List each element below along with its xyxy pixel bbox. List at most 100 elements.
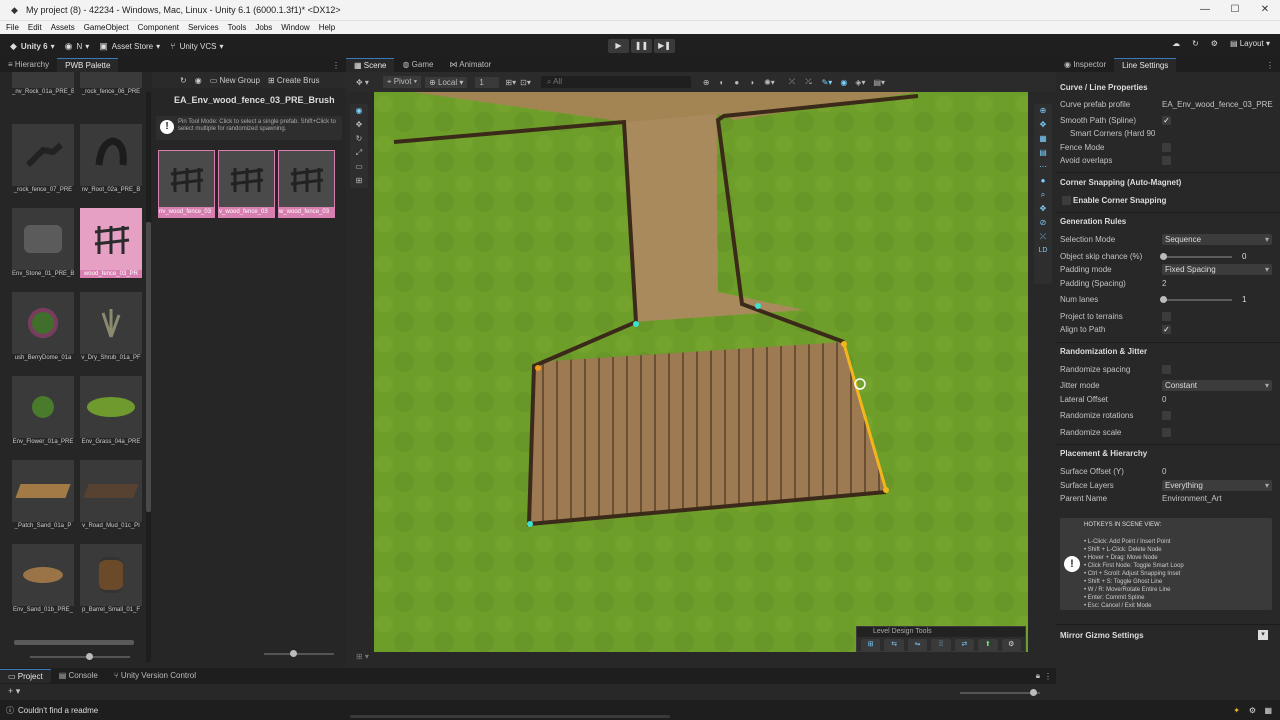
- new-group-button[interactable]: ▭ New Group: [210, 76, 260, 85]
- section-mirror[interactable]: Mirror Gizmo Settings: [1060, 631, 1274, 640]
- padding-spacing-field[interactable]: 2: [1162, 279, 1274, 288]
- mirror-expand-icon[interactable]: ▾: [1258, 630, 1268, 640]
- unity-vcs-button[interactable]: ⑂ Unity VCS ▾: [170, 41, 223, 51]
- fence-mode-checkbox[interactable]: [1162, 143, 1171, 152]
- enable-corner-checkbox[interactable]: [1062, 196, 1071, 205]
- add-icon[interactable]: + ▾: [8, 686, 20, 697]
- menu-jobs[interactable]: Jobs: [255, 23, 272, 32]
- spline-node[interactable]: [755, 303, 761, 309]
- palette-item[interactable]: _rock_fence_06_PRE: [80, 72, 142, 96]
- close-button[interactable]: ✕: [1250, 0, 1280, 20]
- tab-console[interactable]: ▤ Console: [51, 669, 106, 683]
- tab-unity-version-control[interactable]: ⑂ Unity Version Control: [106, 669, 204, 683]
- tab-project[interactable]: ▭ Project: [0, 669, 51, 683]
- ldt-settings-icon[interactable]: ⚙: [1001, 639, 1021, 651]
- scene-viewport[interactable]: [374, 92, 1028, 652]
- zoom-icon[interactable]: ⌕: [1034, 188, 1052, 202]
- palette-item[interactable]: p_Barrel_Small_01_F: [80, 544, 142, 614]
- menu-edit[interactable]: Edit: [28, 23, 42, 32]
- section-generation[interactable]: Generation Rules: [1060, 217, 1274, 226]
- ldt-move-icon[interactable]: ⇆: [884, 639, 904, 651]
- avoid-overlaps-checkbox[interactable]: [1162, 156, 1171, 165]
- play-button[interactable]: ▶: [608, 39, 629, 53]
- more-icon[interactable]: ⋮: [1044, 672, 1052, 681]
- layers-icon[interactable]: ▤▾: [873, 78, 885, 87]
- scene-bottom-tool[interactable]: ⊞ ▾: [356, 652, 369, 661]
- line-tool-icon[interactable]: ⋯: [1034, 160, 1052, 174]
- camera-icon[interactable]: ◈▾: [855, 78, 865, 87]
- palette-item[interactable]: _rock_fence_07_PRE: [12, 124, 74, 194]
- padding-mode-dropdown[interactable]: Fixed Spacing: [1162, 264, 1272, 275]
- notification-icon[interactable]: ✦: [1233, 706, 1240, 715]
- maximize-button[interactable]: ☐: [1220, 0, 1250, 20]
- step-button[interactable]: ▶❚: [654, 39, 675, 53]
- spline-node[interactable]: [527, 521, 533, 527]
- rotate-tool-icon[interactable]: ↻: [350, 132, 368, 146]
- lateral-offset-field[interactable]: 0: [1162, 395, 1274, 404]
- audio-icon[interactable]: ⤫: [789, 77, 795, 87]
- surface-layers-dropdown[interactable]: Everything: [1162, 480, 1272, 491]
- ldt-replace-icon[interactable]: ⇄: [954, 639, 975, 651]
- palette-hscrollbar[interactable]: [14, 640, 134, 645]
- effects-icon[interactable]: ✺▾: [764, 78, 775, 87]
- pin-tool-icon[interactable]: ✥: [1034, 118, 1052, 132]
- layout-dropdown[interactable]: ▤ Layout ▾: [1230, 39, 1270, 48]
- tab-line-settings[interactable]: Line Settings: [1114, 58, 1177, 72]
- ldt-spawn-icon[interactable]: ⬆: [978, 639, 998, 651]
- palette-scrollbar[interactable]: [146, 92, 151, 662]
- menu-services[interactable]: Services: [188, 23, 219, 32]
- visibility-icon[interactable]: ◉: [840, 78, 847, 87]
- eraser-icon[interactable]: ⤫: [1034, 230, 1052, 244]
- transform-tool-dropdown[interactable]: ✥ ▾: [356, 78, 369, 87]
- palette-item-selected[interactable]: wood_fence_03_PR: [80, 208, 142, 278]
- cloud-icon[interactable]: ☁: [1172, 39, 1180, 48]
- grid-size-input[interactable]: 1: [475, 76, 500, 88]
- align-path-checkbox[interactable]: ✓: [1162, 325, 1171, 334]
- local-toggle[interactable]: ⊕ Local ▾: [425, 76, 468, 88]
- brush-item[interactable]: v_wood_fence_03: [218, 150, 275, 218]
- randomize-spacing-checkbox[interactable]: [1162, 365, 1171, 374]
- skip-chance-slider[interactable]: 0: [1160, 252, 1246, 261]
- tab-hierarchy[interactable]: ≡ Hierarchy: [0, 58, 57, 72]
- activity-icon[interactable]: ▦: [1264, 706, 1272, 715]
- pause-button[interactable]: ❚❚: [631, 39, 652, 53]
- more-icon[interactable]: ⋮: [332, 61, 340, 70]
- view-tool-icon[interactable]: ◉: [350, 104, 368, 118]
- spline-node[interactable]: [535, 365, 541, 371]
- menu-help[interactable]: Help: [319, 23, 335, 32]
- jitter-mode-dropdown[interactable]: Constant: [1162, 380, 1272, 391]
- account-button[interactable]: ◉ N ▾: [65, 41, 90, 52]
- shape-tool-icon[interactable]: ●: [1034, 174, 1052, 188]
- brush-tool-icon[interactable]: ▦: [1034, 132, 1052, 146]
- asset-store-button[interactable]: ▣ Asset Store ▾: [99, 41, 160, 52]
- spline-node[interactable]: [841, 341, 847, 347]
- lock-icon[interactable]: 🔒︎: [1036, 671, 1040, 681]
- pivot-toggle[interactable]: ⌖ Pivot ▾: [382, 76, 422, 88]
- palette-item[interactable]: Env_Stone_01_PRE_B: [12, 208, 74, 278]
- parent-name-field[interactable]: Environment_Art: [1162, 494, 1274, 503]
- unity-account-button[interactable]: ◆ Unity 6 ▾: [10, 41, 55, 52]
- menu-gameobject[interactable]: GameObject: [84, 23, 129, 32]
- randomize-scale-checkbox[interactable]: [1162, 428, 1171, 437]
- snap-icon[interactable]: ⊡▾: [520, 78, 531, 87]
- ldt-snap-icon[interactable]: ⇋: [907, 639, 928, 651]
- randomize-rotations-checkbox[interactable]: [1162, 411, 1171, 420]
- options-icon[interactable]: ◉: [195, 76, 202, 85]
- palette-item[interactable]: Env_Grass_04a_PRE: [80, 376, 142, 446]
- minimize-button[interactable]: —: [1190, 0, 1220, 20]
- palette-item[interactable]: _Patch_Sand_01a_P: [12, 460, 74, 530]
- menu-component[interactable]: Component: [138, 23, 179, 32]
- project-zoom-slider[interactable]: [960, 689, 1040, 696]
- num-lanes-slider[interactable]: 1: [1160, 295, 1246, 304]
- menu-assets[interactable]: Assets: [51, 23, 75, 32]
- menu-window[interactable]: Window: [281, 23, 309, 32]
- scene-search-input[interactable]: ⌕ All: [540, 76, 691, 88]
- palette-item[interactable]: v_Dry_Shrub_01a_PF: [80, 292, 142, 362]
- section-randomization[interactable]: Randomization & Jitter: [1060, 347, 1274, 356]
- project-terrains-checkbox[interactable]: [1162, 312, 1171, 321]
- palette-item[interactable]: nv_Root_02a_PRE_B: [80, 124, 142, 194]
- tab-animator[interactable]: ⋈ Animator: [441, 58, 499, 72]
- tiling-icon[interactable]: ✥: [1034, 202, 1052, 216]
- orientation-icon[interactable]: ⊕: [1034, 104, 1052, 118]
- smooth-path-checkbox[interactable]: ✓: [1162, 116, 1171, 125]
